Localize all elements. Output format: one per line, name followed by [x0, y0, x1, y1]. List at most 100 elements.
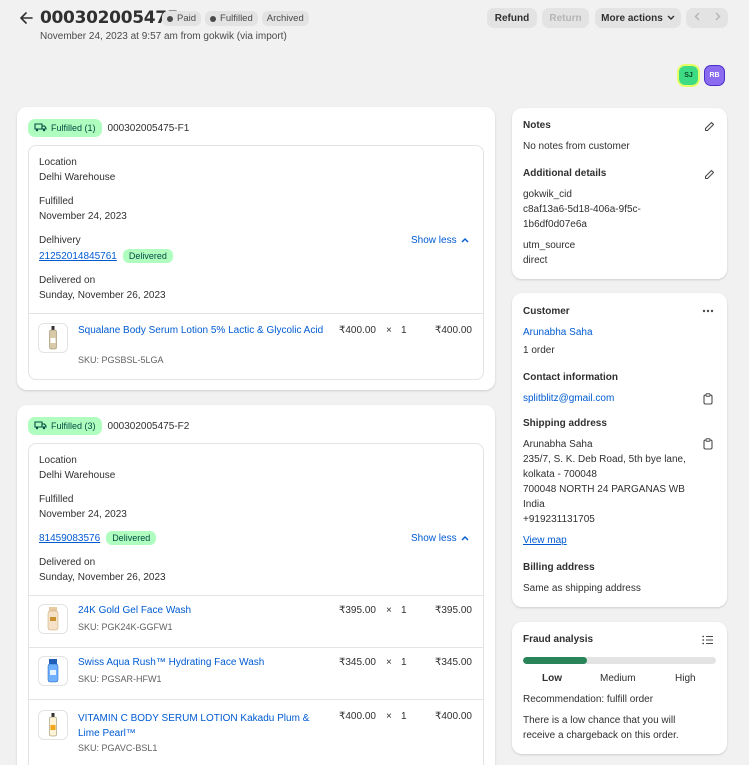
edit-details-pencil-icon[interactable]: [701, 166, 717, 182]
email-link[interactable]: splitblitz@gmail.com: [523, 393, 614, 404]
location-label: Location: [39, 455, 77, 466]
next-order-button[interactable]: [707, 8, 728, 28]
delivered-date: Sunday, November 26, 2023: [39, 290, 166, 301]
delivered-on-label: Delivered on: [39, 557, 96, 568]
risk-medium-label: Medium: [600, 673, 636, 684]
chevron-left-icon: [694, 12, 700, 24]
back-arrow-icon[interactable]: [16, 8, 36, 28]
show-less-button[interactable]: Show less: [411, 533, 469, 544]
fraud-analysis-card: Fraud analysis Low Medium High Recommend…: [512, 622, 727, 754]
fulfilled-count-badge: Fulfilled (3): [28, 417, 102, 435]
line-total: ₹395.00: [435, 605, 472, 616]
carrier-name: Delhivery: [39, 235, 81, 246]
fraud-description: There is a low chance that you will: [523, 715, 676, 726]
paid-badge: Paid: [162, 11, 202, 26]
status-badges: Paid Fulfilled Archived: [162, 11, 309, 26]
location-value: Delhi Warehouse: [39, 470, 116, 481]
chevron-up-icon: [461, 533, 469, 544]
more-options-icon[interactable]: [700, 303, 716, 319]
quantity: 1: [401, 325, 407, 336]
product-name-link[interactable]: Squalane Body Serum Lotion 5% Lactic & G…: [78, 323, 328, 338]
status-dot-icon: [210, 15, 217, 22]
fulfillment-details: Location Delhi Warehouse Fulfilled Novem…: [28, 145, 484, 380]
line-total: ₹400.00: [435, 325, 472, 336]
risk-low-label: Low: [542, 673, 562, 684]
unit-price: ₹400.00: [339, 325, 376, 336]
notes-text: No notes from customer: [523, 141, 630, 152]
delivered-date: Sunday, November 26, 2023: [39, 572, 166, 583]
edit-notes-pencil-icon[interactable]: [701, 118, 717, 134]
line-item: VITAMIN C BODY SERUM LOTION Kakadu Plum …: [29, 700, 483, 765]
risk-high-label: High: [675, 673, 696, 684]
delivered-badge: Delivered: [106, 531, 157, 545]
fulfillment-header: Fulfilled (1) 000302005475-F1: [28, 119, 189, 137]
address-line: 700048 NORTH 24 PARGANAS WB: [523, 484, 685, 495]
product-sku: SKU: PGSBSL-5LGA: [78, 355, 164, 365]
address-line: India: [523, 499, 545, 510]
line-total: ₹345.00: [435, 657, 472, 668]
show-less-button[interactable]: Show less: [411, 235, 469, 246]
customer-name-link[interactable]: Arunabhа Saha: [523, 327, 593, 338]
product-thumbnail: [38, 323, 68, 353]
fulfilled-count-badge: Fulfilled (1): [28, 119, 102, 137]
view-map-link[interactable]: View map: [523, 535, 567, 546]
product-name-link[interactable]: Swiss Aqua Rush™ Hydrating Face Wash: [78, 657, 264, 668]
product-name-link[interactable]: VITAMIN C BODY SERUM LOTION Kakadu Plum …: [78, 711, 328, 741]
truck-icon: [34, 122, 47, 134]
customer-orders: 1 order: [523, 345, 555, 356]
chevron-down-icon: [667, 13, 675, 24]
detail-key: gokwik_cid: [523, 189, 572, 200]
copy-email-clipboard-icon[interactable]: [700, 391, 716, 407]
avatar[interactable]: RB: [705, 66, 724, 85]
product-thumbnail: [38, 710, 68, 740]
tracking-link[interactable]: 21252014845761: [39, 251, 117, 262]
notes-card: Notes No notes from customer Additional …: [512, 108, 727, 279]
unit-price: ₹345.00: [339, 657, 376, 668]
fulfillment-details: Location Delhi Warehouse Fulfilled Novem…: [28, 443, 484, 765]
quantity: 1: [401, 657, 407, 668]
address-line: kolkata - 700048: [523, 469, 597, 480]
detail-key: utm_source: [523, 240, 576, 251]
billing-title: Billing address: [523, 562, 595, 573]
archived-badge: Archived: [261, 11, 309, 26]
times-sign: ×: [386, 711, 392, 722]
quantity: 1: [401, 605, 407, 616]
detail-value: direct: [523, 255, 548, 266]
truck-icon: [34, 420, 47, 432]
line-item: Squalane Body Serum Lotion 5% Lactic & G…: [29, 314, 483, 380]
address-line: 235/7, S. K. Deb Road, 5th bye lane,: [523, 454, 686, 465]
fraud-recommendation: Recommendation: fulfill order: [523, 694, 654, 705]
unit-price: ₹400.00: [339, 711, 376, 722]
times-sign: ×: [386, 657, 392, 668]
copy-address-clipboard-icon[interactable]: [700, 436, 716, 452]
contact-title: Contact information: [523, 372, 618, 383]
order-title: 000302005475: [40, 8, 179, 28]
location-label: Location: [39, 157, 77, 168]
shipping-title: Shipping address: [523, 418, 607, 429]
notes-title: Notes: [523, 120, 551, 131]
location-value: Delhi Warehouse: [39, 172, 116, 183]
times-sign: ×: [386, 325, 392, 336]
address-line: Arunabha Saha: [523, 439, 593, 450]
product-sku: SKU: PGAVC-BSL1: [78, 743, 158, 753]
product-name-link[interactable]: 24K Gold Gel Face Wash: [78, 605, 191, 616]
customer-title: Customer: [523, 306, 570, 317]
list-icon[interactable]: [700, 632, 716, 648]
fulfilled-date: November 24, 2023: [39, 509, 127, 520]
product-sku: SKU: PGK24K-GGFW1: [78, 622, 173, 632]
tracking-link[interactable]: 81459083576: [39, 533, 100, 544]
return-button[interactable]: Return: [542, 8, 589, 28]
chevron-right-icon: [715, 12, 721, 24]
tracking-row: 81459083576 Delivered: [39, 531, 157, 545]
product-sku: SKU: PGSAR-HFW1: [78, 674, 162, 684]
more-actions-button[interactable]: More actions: [595, 8, 681, 28]
refund-button[interactable]: Refund: [487, 8, 537, 28]
times-sign: ×: [386, 605, 392, 616]
line-item: Swiss Aqua Rush™ Hydrating Face Wash SKU…: [29, 648, 483, 699]
fulfillment-id: 000302005475-F2: [107, 420, 190, 432]
detail-value: 1b6df0d07e6a: [523, 219, 587, 230]
line-item: 24K Gold Gel Face Wash SKU: PGK24K-GGFW1…: [29, 596, 483, 647]
previous-order-button[interactable]: [686, 8, 707, 28]
delivered-on-label: Delivered on: [39, 275, 96, 286]
avatar[interactable]: SJ: [679, 66, 698, 85]
